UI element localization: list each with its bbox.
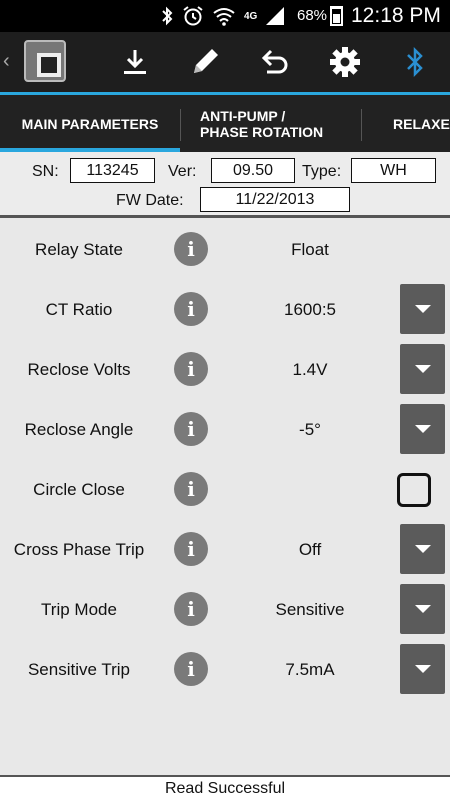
tab-main-parameters[interactable]: MAIN PARAMETERS [0,95,180,152]
version-field[interactable]: 09.50 [211,158,295,183]
bluetooth-icon [407,47,423,77]
signal-icon [266,7,285,25]
status-message: Read Successful [0,775,450,800]
param-row-reclose-volts: Reclose Volts i 1.4V [0,340,450,400]
param-value: Sensitive [275,600,345,619]
edit-button[interactable] [182,40,228,84]
info-icon[interactable]: i [174,412,208,446]
param-row-relay-state: Relay State i Float [0,220,450,280]
param-value: Off [298,540,322,559]
param-row-sensitive-trip: Sensitive Trip i 7.5mA [0,640,450,700]
info-icon[interactable]: i [174,472,208,506]
dropdown-button[interactable] [400,344,445,394]
param-label: Cross Phase Trip [13,540,145,559]
status-icons: 4G [160,4,285,28]
settings-gear-icon [330,47,360,77]
alarm-icon [183,6,203,26]
tab-divider [361,109,362,141]
param-value: 7.5mA [285,660,335,679]
sn-label: SN: [32,163,59,180]
param-label: CT Ratio [45,300,113,319]
tab-label: ANTI-PUMP / PHASE ROTATION [200,108,323,140]
bluetooth-button[interactable] [392,40,438,84]
tab-anti-pump-phase-rotation[interactable]: ANTI-PUMP / PHASE ROTATION [200,95,360,152]
action-bar: ‹ [0,32,450,92]
parameter-list: Relay State i Float CT Ratio i 1600:5 Re… [0,220,450,775]
tab-label: MAIN PARAMETERS [21,115,159,132]
dropdown-button[interactable] [400,524,445,574]
undo-icon [261,49,288,74]
info-icon[interactable]: i [174,292,208,326]
tab-bar: MAIN PARAMETERS ANTI-PUMP / PHASE ROTATI… [0,92,450,152]
fw-date-label: FW Date: [116,192,184,209]
param-label: Circle Close [33,480,125,499]
status-bar: 4G 68% 12:18 PM [0,0,450,32]
circle-close-checkbox[interactable] [397,473,431,507]
info-icon[interactable]: i [174,592,208,626]
dropdown-button[interactable] [400,284,445,334]
battery-percent: 68% [297,7,328,24]
dropdown-button[interactable] [400,644,445,694]
param-row-circle-close: Circle Close i [0,460,450,520]
param-label: Relay State [35,240,123,259]
info-icon[interactable]: i [174,232,208,266]
network-type: 4G [244,10,258,22]
download-button[interactable] [112,40,158,84]
param-value: 1.4V [292,360,328,379]
tab-label-line1: ANTI-PUMP / [200,107,286,124]
param-row-ct-ratio: CT Ratio i 1600:5 [0,280,450,340]
clock: 12:18 PM [351,4,441,27]
edit-pencil-icon [194,49,218,73]
param-value: Float [291,240,329,259]
bluetooth-icon [162,6,173,26]
device-info-panel: SN: 113245 Ver: 09.50 Type: WH FW Date: … [0,152,450,218]
settings-button[interactable] [322,40,368,84]
param-row-cross-phase-trip: Cross Phase Trip i Off [0,520,450,580]
type-field[interactable]: WH [351,158,436,183]
info-icon[interactable]: i [174,652,208,686]
tab-label-line2: PHASE ROTATION [200,123,324,140]
dropdown-button[interactable] [400,584,445,634]
param-label: Sensitive Trip [27,660,131,679]
type-label: Type: [302,163,342,180]
param-label: Trip Mode [41,600,117,619]
info-icon[interactable]: i [174,352,208,386]
sn-field[interactable]: 113245 [70,158,155,183]
param-row-reclose-angle: Reclose Angle i -5° [0,400,450,460]
app-logo[interactable] [24,40,66,82]
info-icon[interactable]: i [174,532,208,566]
param-value: 1600:5 [284,300,336,319]
battery-icon [330,6,343,26]
fw-date-field[interactable]: 11/22/2013 [200,187,350,212]
undo-button[interactable] [252,40,298,84]
tab-divider [180,109,181,141]
ver-label: Ver: [168,163,197,180]
param-label: Reclose Volts [27,360,131,379]
param-row-trip-mode: Trip Mode i Sensitive [0,580,450,640]
param-value: -5° [299,420,321,439]
dropdown-button[interactable] [400,404,445,454]
download-icon [124,50,146,74]
tab-label: RELAXED [393,115,450,132]
param-label: Reclose Angle [24,420,134,439]
tab-relaxed[interactable]: RELAXED [393,95,450,152]
wifi-icon [213,8,235,26]
back-chevron-icon[interactable]: ‹ [3,50,10,73]
